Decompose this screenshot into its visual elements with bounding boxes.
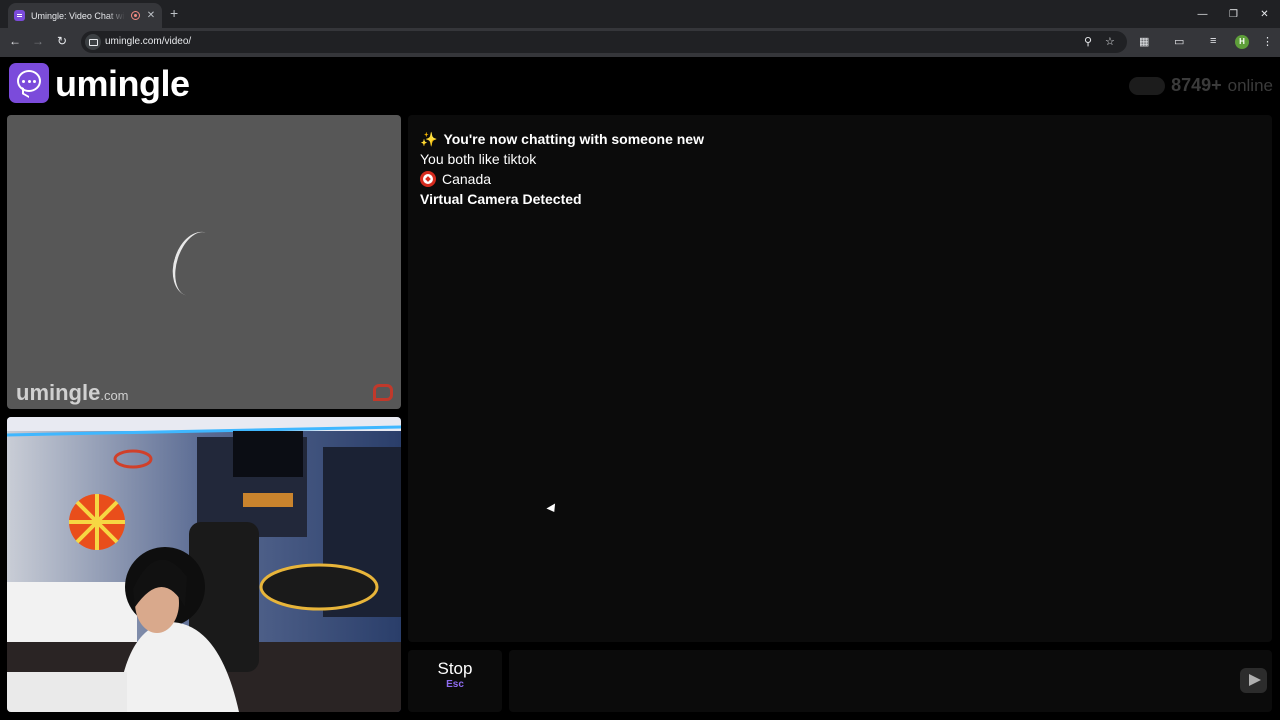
stranger-video: umingle.com [7,115,401,409]
close-window-icon[interactable]: ✕ [1249,0,1280,28]
stop-button[interactable]: Stop Esc [408,650,502,712]
cast-icon[interactable]: ▭ [1174,35,1184,48]
site-info-icon[interactable] [85,34,101,50]
self-camera-video [7,417,401,712]
system-message: Canada [420,169,704,189]
system-message: You both like tiktok [420,149,704,169]
browser-tab[interactable]: Umingle: Video Chat with Strangers ✕ [8,3,162,28]
chat-log: ✨ You're now chatting with someone new Yo… [408,115,1272,642]
video-watermark: umingle.com [16,380,129,406]
url-text[interactable]: umingle.com/video/ [105,36,191,47]
stop-shortcut-hint: Esc [446,679,464,690]
stop-button-label: Stop [437,659,473,678]
window-controls: — ❐ ✕ [1187,0,1280,28]
theme-toggle[interactable] [1129,76,1166,95]
new-tab-button[interactable]: + [170,5,178,21]
logo-text[interactable]: umingle [55,63,190,105]
extensions-icon[interactable]: ▦ [1139,35,1149,48]
media-icon[interactable]: ≡ [1210,35,1216,47]
tab-close-icon[interactable]: ✕ [146,10,156,21]
star-icon[interactable]: ☆ [1105,35,1115,48]
system-message-text: Canada [442,171,492,187]
back-icon[interactable]: ← [7,34,23,48]
restore-icon[interactable]: ❐ [1218,0,1249,28]
message-input[interactable] [517,658,1217,704]
system-message-text: You both like tiktok [420,151,537,167]
message-composer [509,650,1272,712]
system-message-text: You're now chatting with someone new [443,131,704,147]
watermark-suffix: .com [100,388,129,403]
umingle-favicon-icon [14,10,25,21]
menu-icon[interactable]: ⋮ [1262,35,1273,48]
system-message-text: Virtual Camera Detected [420,191,582,207]
report-flag-icon[interactable] [373,384,393,401]
umingle-logo-icon[interactable] [9,63,49,103]
profile-avatar[interactable]: H [1235,35,1249,49]
system-message: Virtual Camera Detected [420,189,704,209]
camera-feed-image [7,417,401,712]
online-label: online [1227,75,1273,95]
online-indicator: 8749+ online [1129,75,1273,96]
tab-title: Umingle: Video Chat with Strangers [31,10,125,21]
canada-flag-icon [420,171,436,187]
umingle-page: umingle 8749+ online umingle.com ✨ You'r… [0,57,1280,720]
minimize-icon[interactable]: — [1187,0,1218,28]
message-list: ✨ You're now chatting with someone new Yo… [420,129,704,209]
reload-icon[interactable]: ↻ [54,34,70,48]
system-message: ✨ You're now chatting with someone new [420,129,704,149]
online-count: 8749+ [1171,75,1222,95]
recording-icon [131,11,140,20]
address-bar[interactable]: umingle.com/video/ ⚲ ☆ [81,31,1127,53]
browser-toolbar: ← → ↻ umingle.com/video/ ⚲ ☆ ▦ ▭ ≡ ⋮ [0,28,1280,57]
forward-icon[interactable]: → [30,34,46,48]
zoom-icon[interactable]: ⚲ [1084,35,1092,48]
sparkles-icon: ✨ [420,131,438,147]
send-icon[interactable] [1240,668,1267,693]
watermark-brand: umingle [16,380,101,405]
browser-tab-bar: Umingle: Video Chat with Strangers ✕ + —… [0,0,1280,28]
loading-spinner-icon [164,225,228,303]
